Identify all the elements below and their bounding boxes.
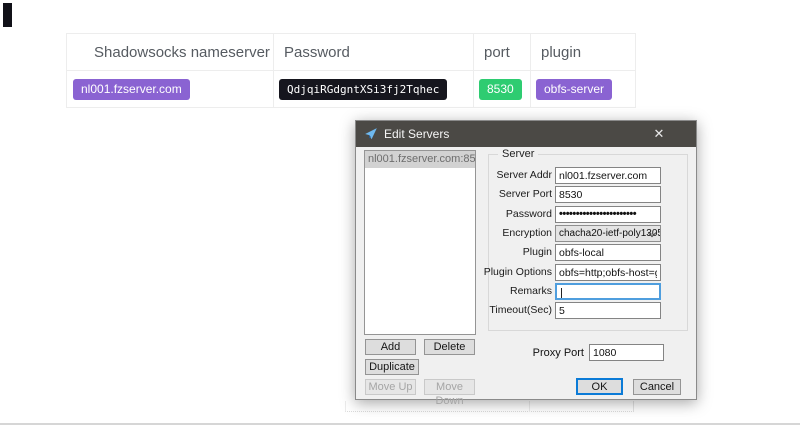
server-list-item[interactable]: nl001.fzserver.com:8530 [365,151,475,168]
remarks-label: Remarks [446,283,552,300]
encryption-value: chacha20-ietf-poly1305 [559,228,661,239]
background-table-fragment [345,401,634,412]
password-input[interactable]: ••••••••••••••••••••••• [555,206,661,223]
port-badge: 8530 [479,79,522,100]
edit-servers-dialog: Edit Servers ✕ nl001.fzserver.com:8530 S… [355,120,697,400]
col-header-port: port [474,34,531,71]
cancel-button[interactable]: Cancel [633,379,681,395]
timeout-input[interactable] [555,302,661,319]
add-button[interactable]: Add [365,339,416,355]
delete-button[interactable]: Delete [424,339,475,355]
proxy-port-label: Proxy Port [476,345,584,362]
close-icon[interactable]: ✕ [644,124,674,144]
plugin-badge: obfs-server [536,79,612,100]
shadowsocks-paper-plane-icon [364,127,378,141]
remarks-input[interactable] [555,283,661,300]
server-port-label: Server Port [446,186,552,203]
encryption-select[interactable]: chacha20-ietf-poly1305 [555,225,661,242]
server-group-label: Server [498,148,538,160]
server-table: Shadowsocks nameserver Password port plu… [66,33,636,108]
table-header-row: Shadowsocks nameserver Password port plu… [67,34,636,71]
move-down-button: Move Down [424,379,475,395]
nameserver-badge: nl001.fzserver.com [73,79,190,100]
page-bottom-rule [0,423,800,425]
table-row: nl001.fzserver.com QdjqiRGdgntXSi3fj2Tqh… [67,71,636,108]
password-badge: QdjqiRGdgntXSi3fj2Tqhec [279,79,447,100]
move-up-button: Move Up [365,379,416,395]
plugin-input[interactable] [555,244,661,261]
text-caret [561,288,562,298]
col-header-nameserver: Shadowsocks nameserver [67,34,274,71]
plugin-label: Plugin [446,244,552,261]
page-corner-mark [3,3,12,27]
duplicate-button[interactable]: Duplicate [365,359,419,375]
password-label: Password [446,206,552,223]
server-addr-input[interactable] [555,167,661,184]
ok-button[interactable]: OK [576,378,623,395]
plugin-options-label: Plugin Options [446,264,552,281]
proxy-port-input[interactable] [589,344,664,361]
encryption-label: Encryption [446,225,552,242]
timeout-label: Timeout(Sec) [446,302,552,319]
dialog-title: Edit Servers [384,127,449,141]
col-header-plugin: plugin [531,34,636,71]
plugin-options-input[interactable] [555,264,661,281]
server-addr-label: Server Addr [446,167,552,184]
col-header-password: Password [274,34,474,71]
server-port-input[interactable] [555,186,661,203]
screen: Shadowsocks nameserver Password port plu… [0,0,800,433]
